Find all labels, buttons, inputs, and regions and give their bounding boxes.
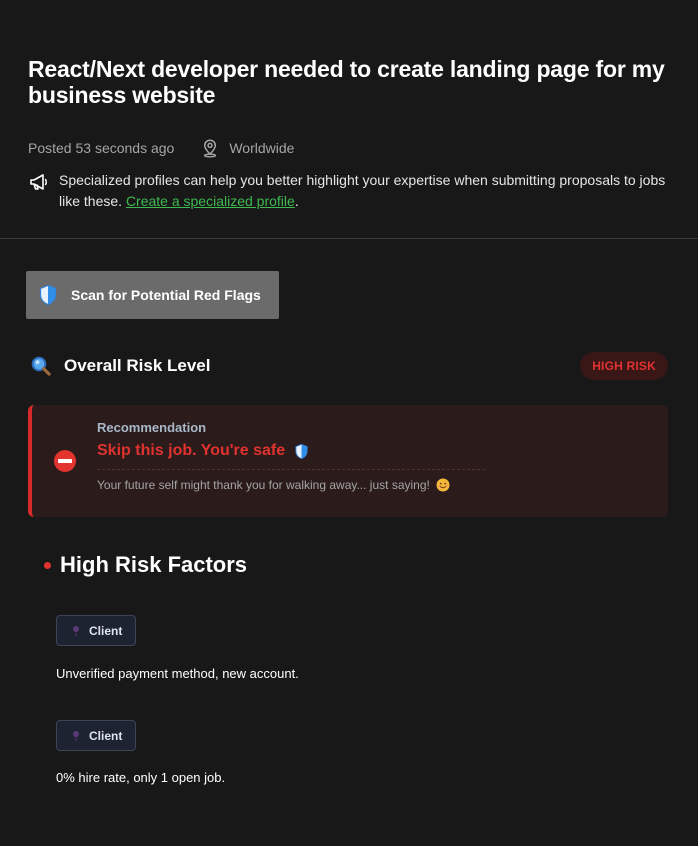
map-pin-icon — [204, 139, 217, 158]
shield-icon — [39, 284, 57, 306]
posted-time: Posted 53 seconds ago — [28, 140, 175, 156]
promo-end: . — [294, 193, 299, 209]
overall-risk-row: Overall Risk Level HIGH RISK — [30, 352, 668, 380]
scan-red-flags-button[interactable]: Scan for Potential Red Flags — [26, 271, 279, 319]
magnifier-icon — [31, 356, 51, 376]
risk-level-badge: HIGH RISK — [580, 352, 668, 380]
stop-icon — [54, 450, 76, 472]
factor-description: Unverified payment method, new account. — [56, 666, 299, 681]
job-title: React/Next developer needed to create la… — [28, 56, 665, 108]
person-icon — [73, 730, 79, 741]
factor-tag-client: Client — [56, 720, 136, 751]
person-icon — [73, 625, 79, 636]
high-risk-factors-heading: High Risk Factors — [44, 552, 247, 578]
promo-text-block: Specialized profiles can help you better… — [59, 170, 670, 212]
job-header: React/Next developer needed to create la… — [0, 0, 698, 212]
location-label: Worldwide — [229, 140, 295, 156]
red-dot-icon — [44, 561, 51, 569]
shield-icon — [295, 443, 308, 459]
factor-description: 0% hire rate, only 1 open job. — [56, 770, 226, 785]
factor-tag-label: Client — [89, 728, 123, 743]
recommendation-headline: Skip this job. You're safe — [97, 442, 485, 470]
create-specialized-profile-link[interactable]: Create a specialized profile — [126, 193, 295, 209]
recommendation-card: Recommendation Skip this job. You're saf… — [28, 405, 668, 517]
job-page: React/Next developer needed to create la… — [0, 0, 698, 846]
recommendation-subtext: Your future self might thank you for wal… — [97, 478, 485, 492]
recommendation-headline-text: Skip this job. You're safe — [97, 442, 286, 459]
factors-heading-text: High Risk Factors — [60, 552, 248, 577]
scan-button-label: Scan for Potential Red Flags — [71, 287, 261, 303]
recommendation-content: Recommendation Skip this job. You're saf… — [97, 420, 485, 492]
risk-level-title: Overall Risk Level — [64, 356, 211, 375]
factor-tag-label: Client — [89, 623, 123, 638]
smiling-face-icon — [436, 478, 450, 492]
factor-tag-client: Client — [56, 615, 136, 646]
section-divider — [0, 238, 698, 239]
job-location: Worldwide — [200, 138, 294, 158]
recommendation-subtext-label: Your future self might thank you for wal… — [97, 478, 430, 492]
specialized-profile-promo: Specialized profiles can help you better… — [28, 170, 670, 212]
recommendation-label: Recommendation — [97, 420, 207, 435]
megaphone-icon — [30, 174, 47, 190]
job-meta: Posted 53 seconds ago Worldwide — [28, 138, 670, 158]
risk-title-group: Overall Risk Level — [30, 355, 210, 377]
